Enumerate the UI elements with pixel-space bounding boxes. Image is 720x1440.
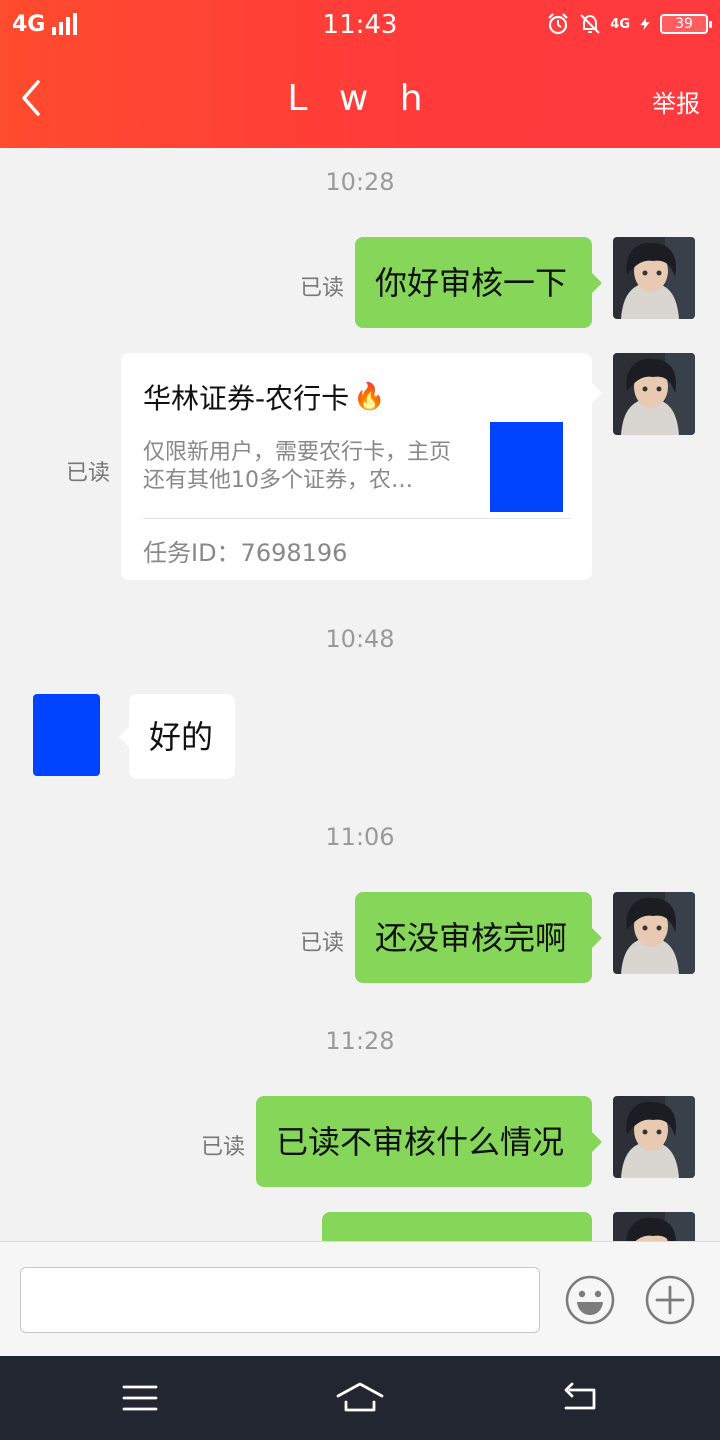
timestamp: 11:28 xyxy=(325,1027,395,1055)
charging-icon xyxy=(640,17,650,31)
mute-notification-icon xyxy=(580,14,601,34)
alarm-icon xyxy=(548,13,569,35)
card-divider xyxy=(143,518,571,519)
my-avatar[interactable] xyxy=(613,1212,695,1241)
battery-indicator: 39 xyxy=(660,14,712,34)
app-header: 4G 11:43 4G 39 L w h 举报 xyxy=(0,0,720,148)
read-status: 已读 xyxy=(300,276,345,301)
input-bar xyxy=(0,1241,720,1356)
emoji-button[interactable] xyxy=(565,1275,615,1325)
received-message-bubble[interactable]: 好的 xyxy=(119,694,235,779)
menu-icon[interactable] xyxy=(118,1376,162,1420)
card-description: 仅限新用户，需要农行卡，主页还有其他10多个证券，农… xyxy=(143,440,452,493)
card-title: 华林证券-农行卡 🔥 xyxy=(143,377,385,417)
system-navigation-bar xyxy=(0,1356,720,1440)
contact-avatar[interactable] xyxy=(33,694,100,776)
back-nav-icon[interactable] xyxy=(558,1376,602,1420)
sent-message-bubble[interactable]: 已读不审核什么情况 xyxy=(256,1096,602,1187)
timestamp: 10:48 xyxy=(325,625,395,653)
nav-bar: L w h 举报 xyxy=(0,50,720,148)
my-avatar[interactable] xyxy=(613,353,695,435)
more-options-button[interactable] xyxy=(645,1275,695,1325)
read-status: 已读 xyxy=(201,1135,246,1160)
status-icons: 4G 39 xyxy=(546,10,712,38)
message-input[interactable] xyxy=(20,1267,540,1333)
read-status: 已读 xyxy=(66,461,111,486)
sent-message-bubble-partial[interactable] xyxy=(322,1212,592,1241)
timestamp: 10:28 xyxy=(325,168,395,196)
card-title-text: 华林证券-农行卡 xyxy=(143,382,350,415)
sent-message-bubble[interactable]: 你好审核一下 xyxy=(355,237,602,328)
card-task-id: 任务ID：7698196 xyxy=(143,539,348,567)
chat-area[interactable]: 10:28 已读 你好审核一下 已读 华林证券-农行卡 🔥 仅限新用户，需要农行… xyxy=(0,148,720,1241)
sent-message-bubble[interactable]: 还没审核完啊 xyxy=(355,892,602,983)
card-thumbnail xyxy=(490,422,563,512)
my-avatar[interactable] xyxy=(613,237,695,319)
status-bar: 4G 11:43 4G 39 xyxy=(0,0,720,50)
my-avatar[interactable] xyxy=(613,892,695,974)
my-avatar[interactable] xyxy=(613,1096,695,1178)
network-type-right: 4G xyxy=(610,16,630,32)
task-share-card[interactable]: 华林证券-农行卡 🔥 仅限新用户，需要农行卡，主页还有其他10多个证券，农… 任… xyxy=(121,353,602,580)
timestamp: 11:06 xyxy=(325,823,395,851)
home-icon[interactable] xyxy=(336,1376,384,1420)
fire-icon: 🔥 xyxy=(353,382,386,412)
read-status: 已读 xyxy=(300,931,345,956)
chat-title: L w h xyxy=(287,78,433,119)
report-button[interactable]: 举报 xyxy=(652,84,700,119)
